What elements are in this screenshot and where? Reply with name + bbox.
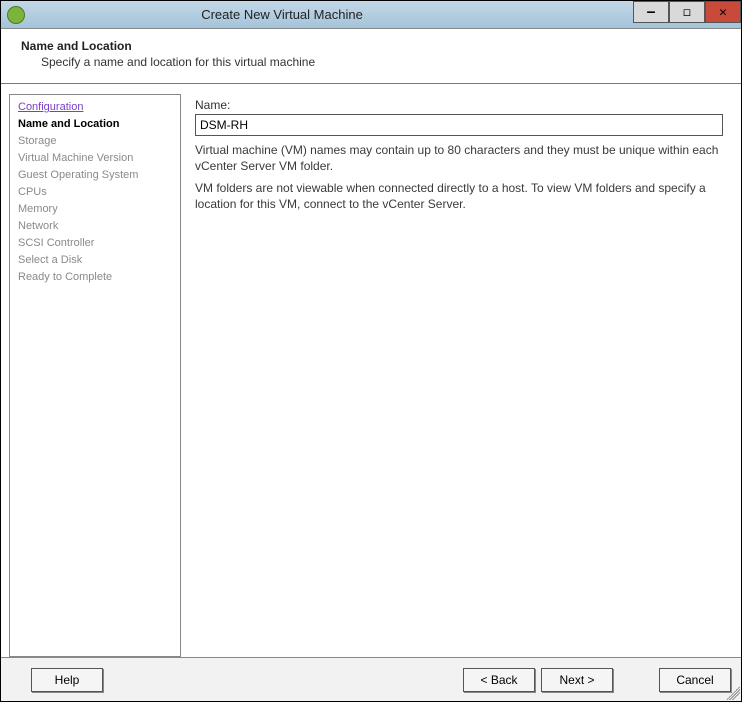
main-panel: Name: Virtual machine (VM) names may con…	[181, 94, 741, 657]
name-label: Name:	[195, 98, 723, 112]
step-name-and-location: Name and Location	[18, 116, 172, 133]
step-storage: Storage	[18, 133, 172, 150]
step-description: Specify a name and location for this vir…	[41, 55, 721, 69]
close-button[interactable]: ✕	[705, 1, 741, 23]
app-icon	[7, 6, 25, 24]
step-title: Name and Location	[21, 39, 721, 53]
wizard-window: Create New Virtual Machine — ◻ ✕ Name an…	[0, 0, 742, 702]
step-configuration[interactable]: Configuration	[18, 99, 172, 116]
step-scsi-controller: SCSI Controller	[18, 235, 172, 252]
wizard-header: Name and Location Specify a name and loc…	[1, 29, 741, 84]
step-guest-os: Guest Operating System	[18, 167, 172, 184]
resize-grip-icon[interactable]	[726, 686, 740, 700]
wizard-footer: Help < Back Next > Cancel	[1, 657, 741, 701]
back-button[interactable]: < Back	[463, 668, 535, 692]
titlebar: Create New Virtual Machine — ◻ ✕	[1, 1, 741, 29]
next-button[interactable]: Next >	[541, 668, 613, 692]
step-ready-complete: Ready to Complete	[18, 269, 172, 286]
minimize-button[interactable]: —	[633, 1, 669, 23]
maximize-button[interactable]: ◻	[669, 1, 705, 23]
step-vm-version: Virtual Machine Version	[18, 150, 172, 167]
window-controls: — ◻ ✕	[633, 1, 741, 28]
step-network: Network	[18, 218, 172, 235]
step-memory: Memory	[18, 201, 172, 218]
help-button[interactable]: Help	[31, 668, 103, 692]
cancel-button[interactable]: Cancel	[659, 668, 731, 692]
window-title: Create New Virtual Machine	[31, 7, 633, 22]
step-select-disk: Select a Disk	[18, 252, 172, 269]
wizard-steps-sidebar: Configuration Name and Location Storage …	[9, 94, 181, 657]
info-text: Virtual machine (VM) names may contain u…	[195, 142, 723, 212]
step-cpus: CPUs	[18, 184, 172, 201]
info-line-2: VM folders are not viewable when connect…	[195, 180, 723, 212]
info-line-1: Virtual machine (VM) names may contain u…	[195, 142, 723, 174]
vm-name-input[interactable]	[195, 114, 723, 136]
wizard-body: Configuration Name and Location Storage …	[1, 84, 741, 657]
